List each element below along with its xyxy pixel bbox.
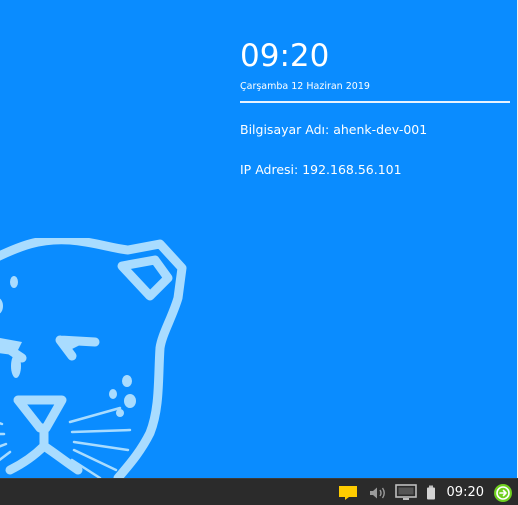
- widget-divider: [240, 101, 510, 103]
- taskbar-clock[interactable]: 09:20: [447, 485, 484, 500]
- network-monitor-icon[interactable]: [394, 479, 417, 505]
- computer-name: Bilgisayar Adı: ahenk-dev-001: [240, 122, 428, 137]
- system-tray: 09:20: [337, 479, 514, 505]
- volume-icon[interactable]: [369, 479, 387, 505]
- logout-icon[interactable]: [492, 479, 514, 505]
- ip-address: IP Adresi: 192.168.56.101: [240, 162, 402, 177]
- pardus-leopard-logo: [0, 238, 187, 478]
- desktop: 09:20 Çarşamba 12 Haziran 2019 Bilgisaya…: [0, 0, 518, 505]
- widget-date: Çarşamba 12 Haziran 2019: [240, 81, 370, 92]
- taskbar: 09:20: [0, 478, 518, 505]
- widget-clock: 09:20: [240, 38, 330, 74]
- system-info-widget: 09:20 Çarşamba 12 Haziran 2019 Bilgisaya…: [240, 36, 510, 178]
- sticky-notes-icon[interactable]: [337, 479, 359, 505]
- battery-icon[interactable]: [425, 479, 437, 505]
